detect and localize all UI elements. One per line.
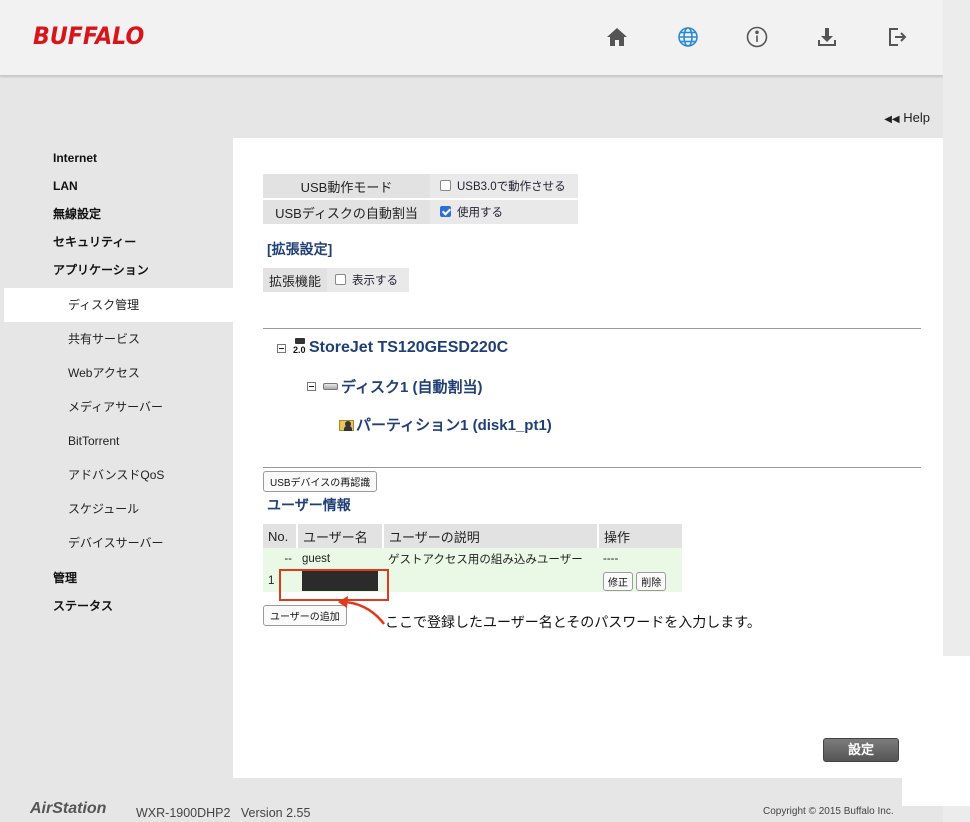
extended-settings-title[interactable]: [拡張設定] [267, 239, 332, 259]
tree-device-name[interactable]: StoreJet TS120GESD220C [309, 339, 508, 357]
submit-button[interactable]: 設定 [823, 738, 899, 762]
col-header-username: ユーザー名 [297, 524, 384, 548]
sidebar-item-application[interactable]: アプリケーション [0, 260, 233, 288]
copyright: Copyright © 2015 Buffalo Inc. [763, 806, 894, 817]
extended-cell: 表示する [327, 268, 409, 292]
logout-icon[interactable] [884, 24, 910, 50]
home-icon[interactable] [604, 24, 630, 50]
globe-icon[interactable] [675, 24, 701, 50]
content-panel: USB動作モード USB3.0で動作させる USBディスクの自動割当 使用する … [233, 138, 943, 778]
usb-mode-cell: USB3.0で動作させる [430, 174, 578, 198]
model-name: WXR-1900DHP2 [136, 806, 231, 820]
extended-checkbox-label: 表示する [352, 275, 398, 287]
usb3-checkbox-label: USB3.0で動作させる [457, 181, 566, 193]
col-header-operation: 操作 [598, 524, 682, 548]
partition-folder-icon [339, 418, 354, 432]
collapse-toggle-device[interactable] [277, 343, 286, 353]
tree-partition-name[interactable]: パーティション1 (disk1_pt1) [356, 414, 552, 435]
usb-reconnect-button[interactable]: USBデバイスの再認識 [263, 471, 378, 492]
sidebar-item-lan[interactable]: LAN [0, 176, 233, 204]
tree-disk-row: ディスク1 (自動割当) [307, 376, 482, 397]
sidebar: Internet LAN 無線設定 セキュリティー アプリケーション ディスク管… [0, 148, 233, 624]
header-bar: BUFFALO [0, 0, 943, 76]
sidebar-subitem-bittorrent[interactable]: BitTorrent [0, 424, 233, 458]
sidebar-subitem-disk-management[interactable]: ディスク管理 [4, 288, 233, 322]
tree-device-row: 2.0 StoreJet TS120GESD220C [277, 338, 508, 358]
extended-table: 拡張機能 表示する [263, 266, 409, 294]
sidebar-subitem-sharing[interactable]: 共有サービス [0, 322, 233, 356]
extended-checkbox[interactable] [335, 274, 346, 285]
help-label: Help [903, 110, 930, 125]
auto-assign-label: USBディスクの自動割当 [263, 200, 430, 224]
model-version: WXR-1900DHP2 Version 2.55 [136, 806, 310, 820]
user-table-header: No. ユーザー名 ユーザーの説明 操作 [263, 524, 682, 548]
help-link[interactable]: ◀◀ Help [884, 110, 930, 125]
usb-mode-label: USB動作モード [263, 174, 430, 198]
extended-label: 拡張機能 [263, 268, 327, 292]
divider-bottom [263, 467, 921, 468]
user-operation: ---- [598, 548, 682, 570]
sidebar-item-internet[interactable]: Internet [0, 148, 233, 176]
user-description [383, 570, 598, 592]
usb3-checkbox[interactable] [440, 180, 451, 191]
tree-disk-name[interactable]: ディスク1 (自動割当) [341, 376, 482, 397]
auto-assign-cell: 使用する [430, 200, 578, 224]
sidebar-subitem-device-server[interactable]: デバイスサーバー [0, 526, 233, 560]
divider-top [263, 328, 921, 329]
sidebar-subitem-media-server[interactable]: メディアサーバー [0, 390, 233, 424]
disk-drive-icon [323, 383, 338, 390]
collapse-toggle-disk[interactable] [307, 382, 316, 391]
user-description: ゲストアクセス用の組み込みユーザー [383, 548, 598, 570]
auto-assign-checkbox-label: 使用する [457, 207, 503, 219]
airstation-logo: AirStation [30, 800, 107, 817]
firmware-version: Version 2.55 [240, 806, 311, 820]
info-icon[interactable] [744, 24, 770, 50]
user-no: -- [263, 548, 297, 570]
buffalo-logo[interactable]: BUFFALO [33, 22, 144, 50]
usb-device-icon: 2.0 [293, 338, 309, 358]
sidebar-subitem-schedule[interactable]: スケジュール [0, 492, 233, 526]
usb-version-badge: 2.0 [293, 345, 306, 355]
sidebar-subitem-web-access[interactable]: Webアクセス [0, 356, 233, 390]
col-header-description: ユーザーの説明 [383, 524, 599, 548]
user-name: guest [297, 548, 383, 570]
sidebar-item-status[interactable]: ステータス [0, 596, 233, 624]
user-info-title: ユーザー情報 [267, 497, 351, 513]
edit-user-button[interactable]: 修正 [603, 571, 633, 591]
col-header-no: No. [263, 524, 298, 548]
sidebar-subitem-advanced-qos[interactable]: アドバンスドQoS [0, 458, 233, 492]
table-row: -- guest ゲストアクセス用の組み込みユーザー ---- [263, 548, 682, 570]
auto-assign-checkbox[interactable] [440, 206, 451, 217]
usb-settings-table: USB動作モード USB3.0で動作させる USBディスクの自動割当 使用する [263, 172, 578, 226]
sidebar-item-wireless[interactable]: 無線設定 [0, 204, 233, 232]
sidebar-item-security[interactable]: セキュリティー [0, 232, 233, 260]
tree-partition-row: パーティション1 (disk1_pt1) [339, 414, 552, 435]
double-left-arrow-icon: ◀◀ [884, 114, 900, 125]
user-operation-cell: 修正 削除 [598, 570, 682, 592]
download-icon[interactable] [814, 24, 840, 50]
blank-area [902, 656, 970, 806]
sidebar-item-admin[interactable]: 管理 [0, 568, 233, 596]
annotation-text: ここで登録したユーザー名とそのパスワードを入力します。 [385, 614, 761, 630]
delete-user-button[interactable]: 削除 [636, 571, 667, 591]
